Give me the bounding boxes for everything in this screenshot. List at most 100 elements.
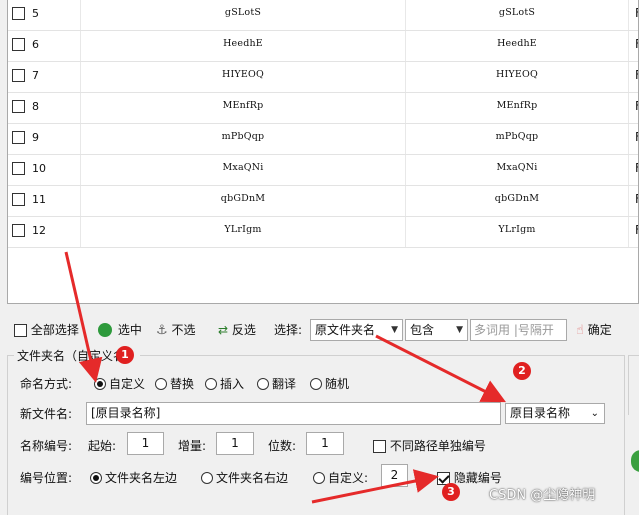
digits-label: 位数: bbox=[268, 439, 297, 453]
number-position-option[interactable]: 自定义: bbox=[313, 469, 368, 486]
row-number: 7 bbox=[32, 68, 39, 82]
table-row[interactable]: 10MxaQNiMxaQNiF bbox=[8, 155, 638, 186]
naming-mode-label: 自定义 bbox=[109, 377, 146, 391]
number-position-option[interactable]: 文件夹名右边 bbox=[201, 469, 288, 486]
table-row[interactable]: 12YLrIgmYLrIgmF bbox=[8, 217, 638, 248]
row-checkbox[interactable] bbox=[12, 131, 25, 144]
new-name-cell: HeedhE bbox=[406, 31, 629, 61]
select-all-button[interactable]: 全部选择 bbox=[14, 318, 79, 342]
original-name-cell: MxaQNi bbox=[81, 155, 406, 185]
row-checkbox[interactable] bbox=[12, 162, 25, 175]
separate-paths-checkbox[interactable] bbox=[373, 440, 386, 453]
table-row[interactable]: 8MEnfRpMEnfRpF bbox=[8, 93, 638, 124]
select-all-label: 全部选择 bbox=[30, 323, 79, 337]
start-input[interactable]: 1 bbox=[127, 432, 164, 455]
row-select-cell[interactable]: 8 bbox=[8, 93, 81, 123]
hand-icon: ☝ bbox=[576, 323, 584, 338]
extra-cell: F bbox=[629, 217, 638, 247]
table-rows: 5gSLotSgSLotSF6HeedhEHeedhEF7HIYEOQHIYEO… bbox=[8, 0, 638, 248]
radio-button[interactable] bbox=[205, 378, 217, 390]
table-row[interactable]: 5gSLotSgSLotSF bbox=[8, 0, 638, 31]
radio-button[interactable] bbox=[90, 472, 102, 484]
original-name-cell: HeedhE bbox=[81, 31, 406, 61]
row-checkbox[interactable] bbox=[12, 100, 25, 113]
file-table: 5gSLotSgSLotSF6HeedhEHeedhEF7HIYEOQHIYEO… bbox=[7, 0, 639, 304]
row-select-cell[interactable]: 10 bbox=[8, 155, 81, 185]
radio-button[interactable] bbox=[313, 472, 325, 484]
select-label: 选择: bbox=[274, 323, 303, 337]
match-dropdown[interactable]: 包含 ▼ bbox=[405, 319, 468, 341]
select-checked-button[interactable]: 选中 bbox=[98, 318, 142, 342]
number-position-option[interactable]: 文件夹名左边 bbox=[90, 469, 177, 486]
row-number: 11 bbox=[32, 192, 46, 206]
original-name-cell: HIYEOQ bbox=[81, 62, 406, 92]
table-row[interactable]: 7HIYEOQHIYEOQF bbox=[8, 62, 638, 93]
step-badge-3: 3 bbox=[442, 483, 460, 501]
row-number: 12 bbox=[32, 223, 46, 237]
radio-button[interactable] bbox=[310, 378, 322, 390]
new-name-cell: MEnfRp bbox=[406, 93, 629, 123]
radio-button[interactable] bbox=[94, 378, 106, 390]
table-row[interactable]: 11qbGDnMqbGDnMF bbox=[8, 186, 638, 217]
row-checkbox[interactable] bbox=[12, 193, 25, 206]
scope-dropdown[interactable]: 原文件夹名 ▼ bbox=[310, 319, 403, 341]
scope-value: 原文件夹名 bbox=[315, 323, 376, 337]
deselect-button[interactable]: ⚓ 不选 bbox=[156, 318, 196, 342]
side-go-button[interactable] bbox=[631, 450, 639, 472]
custom-position-input[interactable]: 2 bbox=[381, 464, 408, 487]
naming-mode-label: 替换 bbox=[170, 377, 195, 391]
row-number: 8 bbox=[32, 99, 39, 113]
separate-paths-label: 不同路径单独编号 bbox=[389, 439, 486, 453]
radio-button[interactable] bbox=[201, 472, 213, 484]
table-row[interactable]: 6HeedhEHeedhEF bbox=[8, 31, 638, 62]
extra-cell: F bbox=[629, 124, 638, 154]
original-name-cell: YLrIgm bbox=[81, 217, 406, 247]
newname-input[interactable]: [原目录名称] bbox=[86, 402, 501, 425]
newname-dropdown[interactable]: 原目录名称 ⌄ bbox=[505, 403, 605, 424]
digits-input[interactable]: 1 bbox=[306, 432, 344, 455]
deselect-label: 不选 bbox=[171, 323, 196, 337]
number-position-label: 文件夹名右边 bbox=[216, 471, 289, 485]
invert-button[interactable]: ⇄ 反选 bbox=[218, 318, 256, 342]
naming-mode-label: 命名方式: bbox=[20, 377, 73, 391]
row-select-cell[interactable]: 9 bbox=[8, 124, 81, 154]
keyword-input[interactable]: 多词用 |号隔开 bbox=[470, 319, 567, 341]
radio-button[interactable] bbox=[155, 378, 167, 390]
newname-label: 新文件名: bbox=[20, 407, 73, 421]
newname-dropdown-value: 原目录名称 bbox=[510, 406, 571, 420]
radio-button[interactable] bbox=[257, 378, 269, 390]
row-checkbox[interactable] bbox=[12, 7, 25, 20]
side-panel-edge bbox=[628, 355, 639, 415]
naming-mode-label: 翻译 bbox=[272, 377, 297, 391]
separate-paths-option[interactable]: 不同路径单独编号 bbox=[373, 437, 486, 454]
original-name-cell: MEnfRp bbox=[81, 93, 406, 123]
row-number: 9 bbox=[32, 130, 39, 144]
table-row[interactable]: 9mPbQqpmPbQqpF bbox=[8, 124, 638, 155]
naming-mode-option[interactable]: 随机 bbox=[310, 375, 349, 392]
naming-mode-option[interactable]: 替换 bbox=[155, 375, 194, 392]
number-position-label: 自定义: bbox=[328, 471, 369, 485]
naming-mode-option[interactable]: 插入 bbox=[205, 375, 244, 392]
row-checkbox[interactable] bbox=[12, 38, 25, 51]
start-label: 起始: bbox=[88, 439, 117, 453]
step-input[interactable]: 1 bbox=[216, 432, 254, 455]
select-all-checkbox[interactable] bbox=[14, 324, 27, 337]
new-name-cell: YLrIgm bbox=[406, 217, 629, 247]
anchor-icon: ⚓ bbox=[156, 323, 168, 338]
row-select-cell[interactable]: 12 bbox=[8, 217, 81, 247]
extra-cell: F bbox=[629, 155, 638, 185]
new-name-cell: qbGDnM bbox=[406, 186, 629, 216]
extra-cell: F bbox=[629, 62, 638, 92]
row-select-cell[interactable]: 11 bbox=[8, 186, 81, 216]
row-select-cell[interactable]: 6 bbox=[8, 31, 81, 61]
row-checkbox[interactable] bbox=[12, 69, 25, 82]
chevron-down-icon: ▼ bbox=[456, 325, 463, 335]
chevron-down-icon: ▼ bbox=[391, 325, 398, 335]
naming-mode-option[interactable]: 自定义 bbox=[94, 375, 145, 392]
row-select-cell[interactable]: 7 bbox=[8, 62, 81, 92]
row-select-cell[interactable]: 5 bbox=[8, 0, 81, 30]
number-position-label: 文件夹名左边 bbox=[105, 471, 178, 485]
confirm-button[interactable]: ☝ 确定 bbox=[576, 318, 612, 342]
row-checkbox[interactable] bbox=[12, 224, 25, 237]
naming-mode-option[interactable]: 翻译 bbox=[257, 375, 296, 392]
